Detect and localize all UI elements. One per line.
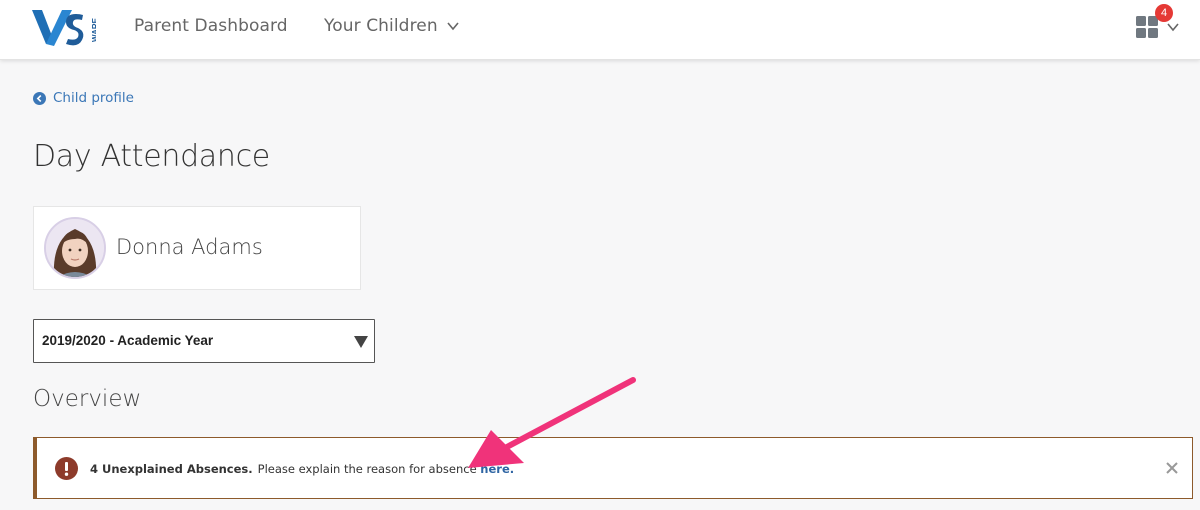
overview-heading: Overview — [33, 386, 142, 412]
alert-body-text: Please explain the reason for absence — [257, 462, 481, 476]
chevron-down-icon — [1167, 23, 1179, 32]
caret-down-icon — [354, 336, 368, 348]
child-name: Donna Adams — [116, 235, 263, 259]
child-avatar — [44, 217, 106, 279]
unexplained-absences-alert: 4 Unexplained Absences. Please explain th… — [33, 437, 1193, 499]
close-icon[interactable] — [1162, 458, 1182, 478]
nav-your-children-dropdown[interactable]: Your Children — [324, 16, 460, 36]
vsware-logo[interactable]: WARE — [32, 6, 100, 48]
nav-parent-dashboard[interactable]: Parent Dashboard — [134, 16, 288, 36]
exclamation-circle-icon — [55, 457, 78, 480]
alert-strong-text: 4 Unexplained Absences. — [90, 462, 253, 476]
chevron-down-icon — [447, 22, 459, 31]
academic-year-select[interactable]: 2019/2020 - Academic Year — [33, 319, 375, 363]
apps-menu-button[interactable]: 4 — [1136, 4, 1186, 42]
academic-year-selected-value: 2019/2020 - Academic Year — [42, 333, 214, 348]
page-title: Day Attendance — [33, 139, 270, 174]
chevron-left-circle-icon — [33, 91, 46, 105]
explain-absence-link[interactable]: here. — [480, 462, 514, 476]
apps-grid-icon — [1136, 16, 1158, 38]
alert-message: 4 Unexplained Absences. Please explain th… — [90, 462, 514, 476]
back-link-label: Child profile — [53, 90, 134, 106]
back-to-child-profile-link[interactable]: Child profile — [33, 90, 134, 106]
child-card: Donna Adams — [33, 206, 361, 290]
top-navigation-bar: WARE Parent Dashboard Your Children 4 — [0, 0, 1200, 60]
svg-text:WARE: WARE — [91, 17, 96, 42]
nav-your-children-label: Your Children — [324, 16, 438, 36]
nav-parent-dashboard-label: Parent Dashboard — [134, 16, 288, 36]
